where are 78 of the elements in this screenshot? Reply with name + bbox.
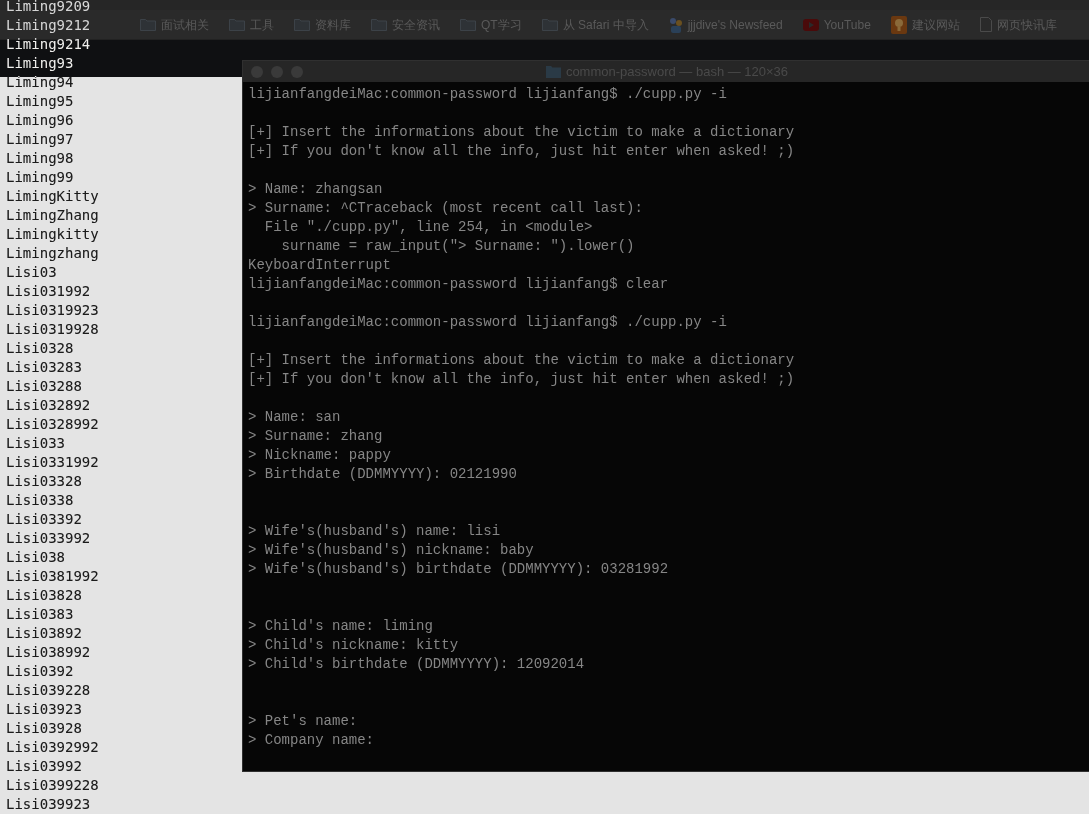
- terminal-line: > Wife's(husband's) nickname: baby: [248, 541, 534, 560]
- wordlist-entry: LimingKitty: [6, 187, 99, 206]
- wordlist-entry: Lisi0338: [6, 491, 74, 510]
- wordlist-entry: Liming97: [6, 130, 74, 149]
- wordlist-entry: Lisi033: [6, 434, 65, 453]
- wordlist-entry: Lisi0392: [6, 662, 74, 681]
- wordlist-entry: Lisi0381992: [6, 567, 99, 586]
- terminal-line: > Child's nickname: kitty: [248, 636, 459, 655]
- wordlist-entry: Lisi03283: [6, 358, 82, 377]
- folder-icon: [140, 18, 156, 31]
- folder-icon: [294, 18, 310, 31]
- wordlist-entry: Lisi031992: [6, 282, 91, 301]
- wordlist-entry: Lisi0319923: [6, 301, 99, 320]
- terminal-line: lijianfangdeiMac:common-password lijianfang$ ./cupp.py -i: [248, 85, 727, 104]
- wordlist-entry: Lisi033992: [6, 529, 91, 548]
- play-icon: [802, 18, 819, 31]
- terminal-line: > Wife's(husband's) birthdate (DDMMYYYY): 03281992: [248, 560, 669, 579]
- wordlist-entry: Lisi03828: [6, 586, 82, 605]
- wordlist-entry: Lisi03328: [6, 472, 82, 491]
- wordlist-entry: Lisi038992: [6, 643, 91, 662]
- wordlist-entry: Lisi038: [6, 548, 65, 567]
- wordlist-entry: Liming99: [6, 168, 74, 187]
- terminal-line: KeyboardInterrupt: [248, 256, 391, 275]
- wordlist-entry: Limingzhang: [6, 244, 99, 263]
- terminal-line: > Name: zhangsan: [248, 180, 383, 199]
- wordlist-entry: Lisi0319928: [6, 320, 99, 339]
- terminal-line: [+] Insert the informations about the victim to make a dictionary: [248, 351, 795, 370]
- wordlist-entry: LimingZhang: [6, 206, 99, 225]
- terminal-line: [+] Insert the informations about the victim to make a dictionary: [248, 123, 795, 142]
- terminal-line: File "./cupp.py", line 254, in <module>: [263, 218, 593, 237]
- terminal-line: [+] If you don't know all the info, just hit enter when asked! ;): [248, 142, 795, 161]
- terminal-line: > Nickname: pappy: [248, 446, 391, 465]
- bulb-icon: [890, 15, 907, 34]
- terminal-line: > Surname: ^CTraceback (most recent call last):: [248, 199, 643, 218]
- wordlist-entry: Liming93: [6, 54, 74, 73]
- terminal-line: > Company name:: [248, 731, 375, 750]
- wordlist-entry: Liming9214: [6, 35, 91, 54]
- wordlist-entry: Liming9212: [6, 16, 91, 35]
- wordlist-entry: Lisi0328992: [6, 415, 99, 434]
- wordlist-entry: Lisi03892: [6, 624, 82, 643]
- wordlist-entry: Lisi0399228: [6, 776, 99, 795]
- wordlist-entry: Liming98: [6, 149, 74, 168]
- terminal-line: lijianfangdeiMac:common-password lijianfang$ clear: [248, 275, 669, 294]
- wordlist-entry: Liming94: [6, 73, 74, 92]
- terminal-line: lijianfangdeiMac:common-password lijianfang$ ./cupp.py -i: [248, 313, 727, 332]
- wordlist-entry: Lisi0392992: [6, 738, 99, 757]
- wordlist-entry: Lisi03: [6, 263, 57, 282]
- terminal-line: [+] If you don't know all the info, just hit enter when asked! ;): [248, 370, 795, 389]
- terminal-line: > Surname: zhang: [248, 427, 383, 446]
- wordlist-entry: Liming9209: [6, 0, 91, 16]
- terminal-line: > Name: san: [248, 408, 341, 427]
- people-icon: [668, 16, 683, 33]
- terminal-line: > Child's birthdate (DDMMYYYY): 12092014: [248, 655, 585, 674]
- wordlist-entry: Lisi039228: [6, 681, 91, 700]
- folder-icon: [229, 18, 245, 31]
- wordlist-entry: Lisi03992: [6, 757, 82, 776]
- folder-icon: [545, 65, 561, 78]
- wordlist-entry: Lisi039923: [6, 795, 91, 814]
- wordlist-entry: Lisi032892: [6, 396, 91, 415]
- terminal-line: > Birthdate (DDMMYYYY): 02121990: [248, 465, 517, 484]
- folder-icon: [371, 18, 387, 31]
- wordlist-entry: Lisi03928: [6, 719, 82, 738]
- wordlist-entry: Lisi03392: [6, 510, 82, 529]
- wordlist-entry: Limingkitty: [6, 225, 99, 244]
- wordlist-entry: Lisi03288: [6, 377, 82, 396]
- folder-icon: [460, 18, 476, 31]
- terminal-line: > Pet's name:: [248, 712, 358, 731]
- wordlist-entry: Liming96: [6, 111, 74, 130]
- folder-icon: [541, 18, 558, 31]
- wordlist-entry: Lisi0331992: [6, 453, 99, 472]
- wordlist-entry: Lisi03923: [6, 700, 82, 719]
- page-icon: [979, 17, 992, 32]
- terminal-line: surname = raw_input("> Surname: ").lower(): [280, 237, 635, 256]
- terminal-line: > Wife's(husband's) name: lisi: [248, 522, 501, 541]
- wordlist-entry: Lisi0328: [6, 339, 74, 358]
- wordlist-entry: Liming95: [6, 92, 74, 111]
- terminal-line: > Child's name: liming: [248, 617, 433, 636]
- wordlist-entry: Lisi0383: [6, 605, 74, 624]
